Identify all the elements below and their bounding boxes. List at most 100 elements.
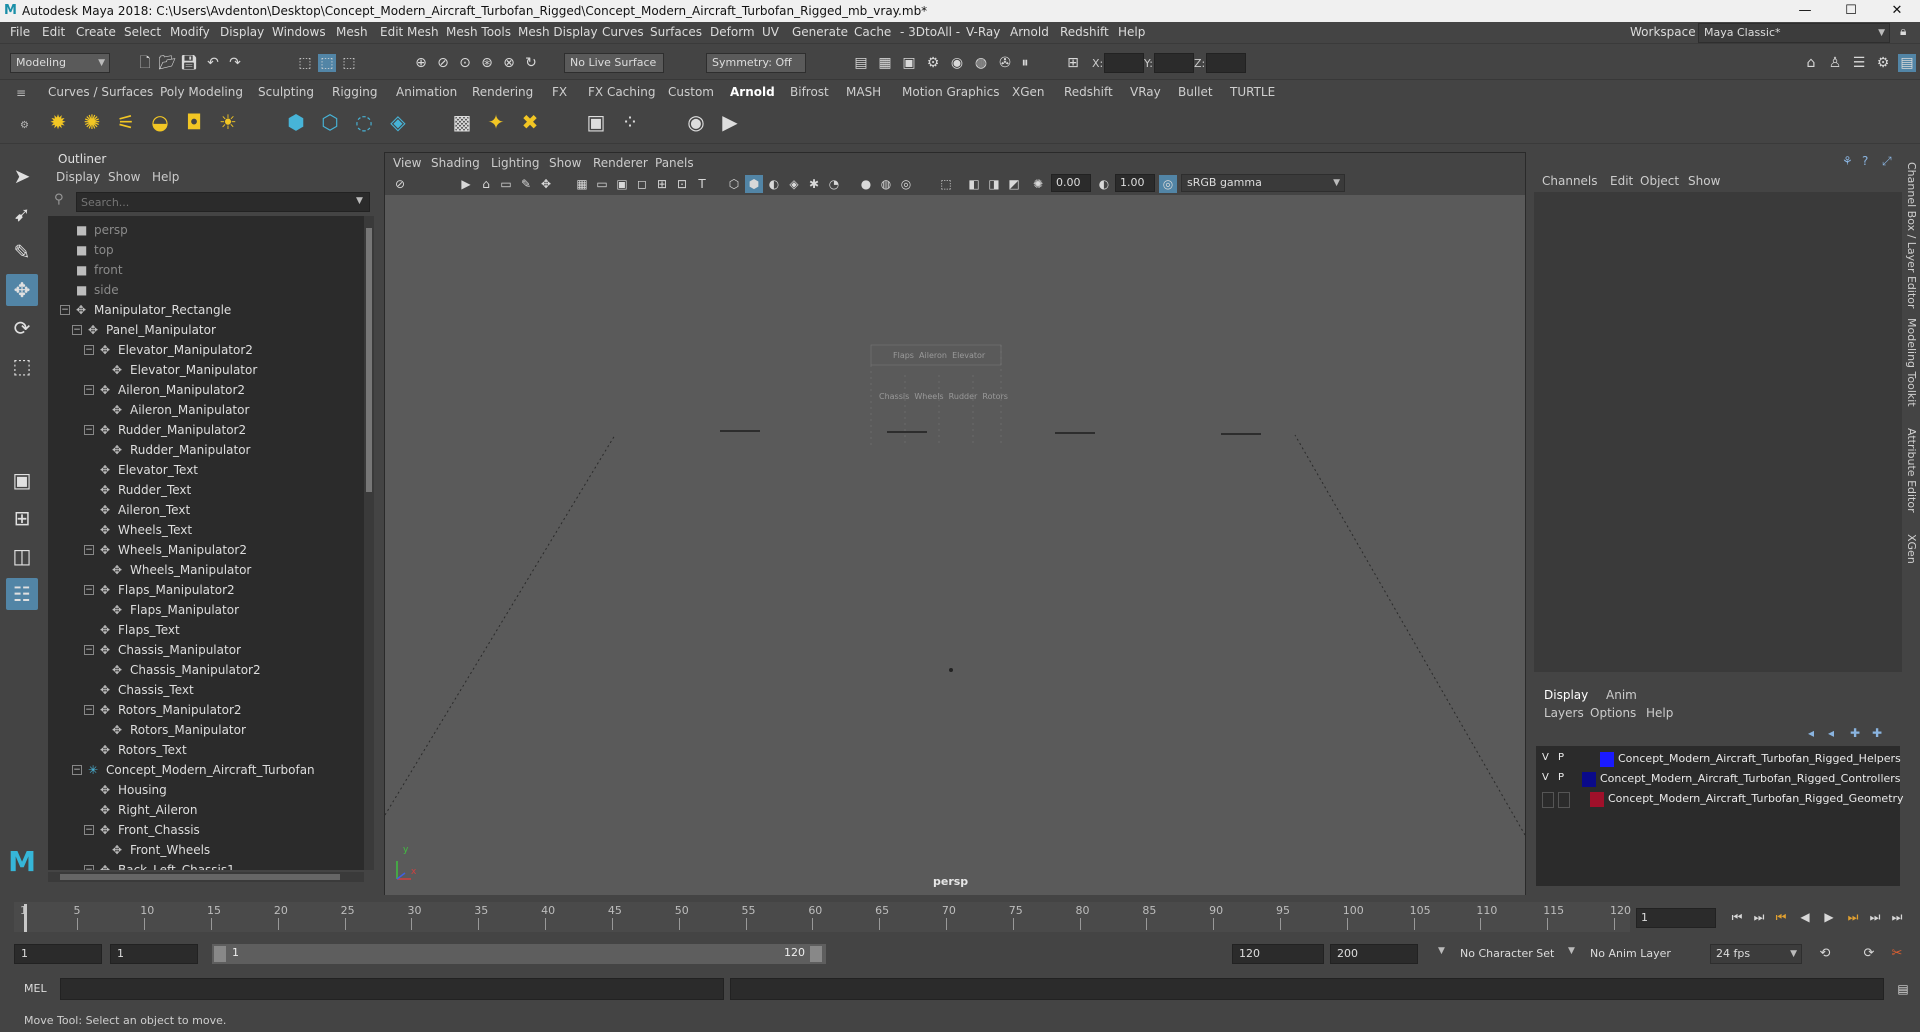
outliner-item[interactable]: ■ persp xyxy=(48,220,364,240)
current-frame-field[interactable]: 1 xyxy=(1636,908,1716,928)
backface-icon[interactable]: ◩ xyxy=(1005,175,1023,193)
skydome-light-icon[interactable]: ◒ xyxy=(146,108,174,136)
snap-view-icon[interactable]: ⊛ xyxy=(478,54,496,72)
timeline-track[interactable]: 1510152025303540455055606570758085909510… xyxy=(14,902,1631,932)
x-field[interactable] xyxy=(1104,53,1144,73)
outliner-item[interactable]: ✥ Elevator_Text xyxy=(48,460,364,480)
anim-layer-label[interactable]: No Anim Layer xyxy=(1590,947,1671,960)
tool-settings-icon[interactable]: ⚙ xyxy=(1874,54,1892,72)
collapse-icon[interactable]: − xyxy=(84,545,94,555)
shelf-tab[interactable]: Custom xyxy=(668,85,714,99)
script-editor-icon[interactable]: ▤ xyxy=(1894,980,1912,998)
layer-menu-help[interactable]: Help xyxy=(1646,706,1673,720)
outliner-item[interactable]: ✥ Rotors_Manipulator xyxy=(48,720,364,740)
select-object-icon[interactable]: ⬚ xyxy=(318,54,336,72)
close-button[interactable]: ✕ xyxy=(1874,0,1920,22)
new-layer-selected-icon[interactable]: ✚ xyxy=(1872,726,1882,740)
outliner-item[interactable]: ✥ Rotors_Text xyxy=(48,740,364,760)
side-tab-xgen[interactable]: XGen xyxy=(1905,534,1918,564)
render-frame-icon[interactable]: ▦ xyxy=(876,54,894,72)
four-pane-icon[interactable]: ⊞ xyxy=(6,502,38,534)
shelf-tab[interactable]: VRay xyxy=(1130,85,1161,99)
resolution-gate-icon[interactable]: ▣ xyxy=(613,175,631,193)
select-tool-icon[interactable]: ➤ xyxy=(6,160,38,192)
wireframe-shaded-icon[interactable]: ◐ xyxy=(765,175,783,193)
lights-icon[interactable]: ✱ xyxy=(805,175,823,193)
volume-icon[interactable]: ◌ xyxy=(350,108,378,136)
outliner-item[interactable]: ✥ Rudder_Text xyxy=(48,480,364,500)
collapse-icon[interactable]: − xyxy=(84,345,94,355)
help-icon[interactable]: ? xyxy=(1862,154,1868,168)
texture-manager-icon[interactable]: ▩ xyxy=(448,108,476,136)
channel-box-dock-icon[interactable]: ⚘ xyxy=(1842,154,1853,168)
character-set-label[interactable]: No Character Set xyxy=(1460,947,1554,960)
scrollbar-thumb[interactable] xyxy=(366,228,372,492)
shelf-tab[interactable]: Animation xyxy=(396,85,457,99)
rotate-tool-icon[interactable]: ⟳ xyxy=(6,312,38,344)
modeling-toolkit-icon[interactable]: ⌂ xyxy=(1802,54,1820,72)
move-layer-down-icon[interactable]: ◂ xyxy=(1828,726,1834,740)
viewport-menu-show[interactable]: Show xyxy=(549,156,581,170)
loop-icon[interactable]: ⟲ xyxy=(1816,945,1834,963)
shelf-tab[interactable]: Bullet xyxy=(1178,85,1213,99)
menu-deform[interactable]: Deform xyxy=(710,25,755,39)
outliner-item[interactable]: ✥ Chassis_Manipulator2 xyxy=(48,660,364,680)
gamma-icon[interactable]: ◐ xyxy=(1095,175,1113,193)
color-management-icon[interactable]: ◎ xyxy=(1159,175,1177,193)
viewport-menu-panels[interactable]: Panels xyxy=(655,156,694,170)
move-tool-icon[interactable]: ✥ xyxy=(6,274,38,306)
layer-playback-toggle[interactable] xyxy=(1558,792,1570,808)
shelf-tab-active[interactable]: Arnold xyxy=(730,85,775,99)
outliner-item[interactable]: ✥ Aileron_Manipulator xyxy=(48,400,364,420)
outliner-scrollbar[interactable] xyxy=(364,216,374,870)
collapse-icon[interactable]: − xyxy=(84,705,94,715)
menuset-dropdown[interactable]: Modeling ▼ xyxy=(10,53,110,73)
y-field[interactable] xyxy=(1154,53,1194,73)
channelbox-menu-channels[interactable]: Channels xyxy=(1542,174,1598,188)
layer-playback-toggle[interactable]: P xyxy=(1558,772,1570,788)
outliner-menu-display[interactable]: Display xyxy=(56,170,100,184)
menu-mesh-display[interactable]: Mesh Display xyxy=(518,25,598,39)
animation-prefs-icon[interactable]: ✂ xyxy=(1888,945,1906,963)
menu-cache[interactable]: Cache xyxy=(854,25,891,39)
render-setup-icon[interactable]: ◍ xyxy=(972,54,990,72)
render-view-icon[interactable]: ▤ xyxy=(852,54,870,72)
standin-icon[interactable]: ⬢ xyxy=(282,108,310,136)
attribute-editor-icon[interactable]: ☰ xyxy=(1850,54,1868,72)
outliner-item[interactable]: ✥ Aileron_Text xyxy=(48,500,364,520)
menu-select[interactable]: Select xyxy=(124,25,161,39)
shelf-tab[interactable]: Poly Modeling xyxy=(160,85,243,99)
menu-windows[interactable]: Windows xyxy=(272,25,326,39)
layer-row[interactable]: V P Concept_Modern_Aircraft_Turbofan_Rigge… xyxy=(1536,770,1901,790)
render-view-icon[interactable]: ◉ xyxy=(682,108,710,136)
channel-box-icon[interactable]: ▤ xyxy=(1898,54,1916,72)
collapse-icon[interactable]: − xyxy=(72,325,82,335)
outliner-item[interactable]: − ✳ Concept_Modern_Aircraft_Turbofan xyxy=(48,760,364,780)
camera-select-icon[interactable]: ⊘ xyxy=(391,175,409,193)
side-tab-channel-box[interactable]: Channel Box / Layer Editor xyxy=(1905,162,1918,309)
layer-visibility-toggle[interactable]: V xyxy=(1542,752,1554,768)
auto-key-icon[interactable]: ⟳ xyxy=(1860,945,1878,963)
outliner-item[interactable]: ■ top xyxy=(48,240,364,260)
grid-icon[interactable]: ▦ xyxy=(573,175,591,193)
hypershade-icon[interactable]: ◉ xyxy=(948,54,966,72)
channelbox-menu-object[interactable]: Object xyxy=(1640,174,1679,188)
undo-icon[interactable]: ↶ xyxy=(204,54,222,72)
isolate-select-icon[interactable]: ◧ xyxy=(965,175,983,193)
step-forward-key-icon[interactable]: ⏭ xyxy=(1844,908,1862,926)
minimize-button[interactable]: — xyxy=(1782,0,1828,22)
command-input[interactable] xyxy=(60,978,724,1000)
shelf-tab[interactable]: Sculpting xyxy=(258,85,314,99)
paint-select-icon[interactable]: ✎ xyxy=(6,236,38,268)
live-surface-dropdown[interactable]: No Live Surface xyxy=(564,53,664,73)
symmetry-dropdown[interactable]: Symmetry: Off xyxy=(706,53,806,73)
outliner-item[interactable]: − ✥ Aileron_Manipulator2 xyxy=(48,380,364,400)
safe-action-icon[interactable]: ⊡ xyxy=(673,175,691,193)
redo-icon[interactable]: ↷ xyxy=(226,54,244,72)
step-back-frame-icon[interactable]: ⏭ xyxy=(1750,908,1768,926)
chevron-down-icon[interactable]: ▼ xyxy=(1568,946,1575,956)
outliner-item[interactable]: − ✥ Elevator_Manipulator2 xyxy=(48,340,364,360)
collapse-icon[interactable]: − xyxy=(84,865,94,870)
float-panel-icon[interactable]: ⤢ xyxy=(1882,154,1892,169)
collapse-icon[interactable]: − xyxy=(72,765,82,775)
